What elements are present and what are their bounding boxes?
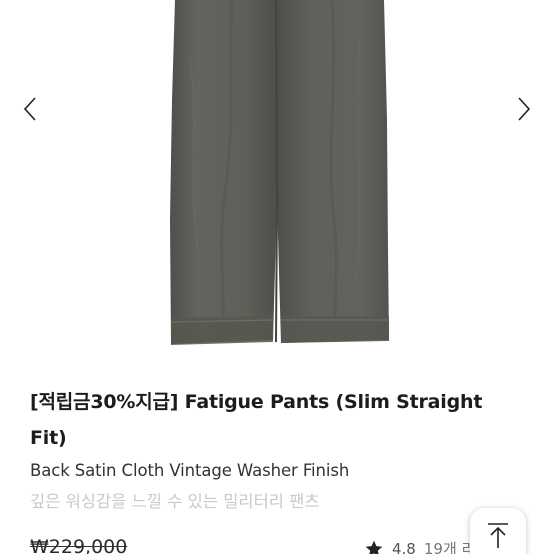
rating-value: 4.8 [392,539,416,554]
product-detail-page: [적립금30%지급] Fatigue Pants (Slim Straight … [0,0,554,554]
product-description: 깊은 워싱감을 느낄 수 있는 밀리터리 팬츠 [30,492,320,511]
product-price: ₩229,000 [30,536,128,554]
review-count: 19개 리 [423,540,476,554]
scroll-to-top-button[interactable] [470,508,526,554]
product-title: [적립금30%지급] Fatigue Pants (Slim Straight … [30,384,530,456]
product-subtitle: Back Satin Cloth Vintage Washer Finish [30,461,350,480]
gallery-prev-button[interactable] [18,92,42,126]
arrow-up-to-top-icon [488,523,508,548]
rating-summary[interactable]: 4.8 19개 리 [364,538,475,554]
product-image [170,0,389,345]
price-row: ₩229,000 4.8 19개 리 [30,536,524,554]
product-title-line1: [적립금30%지급] Fatigue Pants (Slim Straight [30,391,483,413]
gallery-next-button[interactable] [512,92,536,126]
star-icon [365,540,383,554]
product-info: [적립금30%지급] Fatigue Pants (Slim Straight … [30,384,530,518]
product-title-line2: Fit) [30,427,67,449]
chevron-left-icon [23,97,36,121]
product-image-gallery[interactable] [0,0,554,372]
chevron-right-icon [518,97,531,121]
